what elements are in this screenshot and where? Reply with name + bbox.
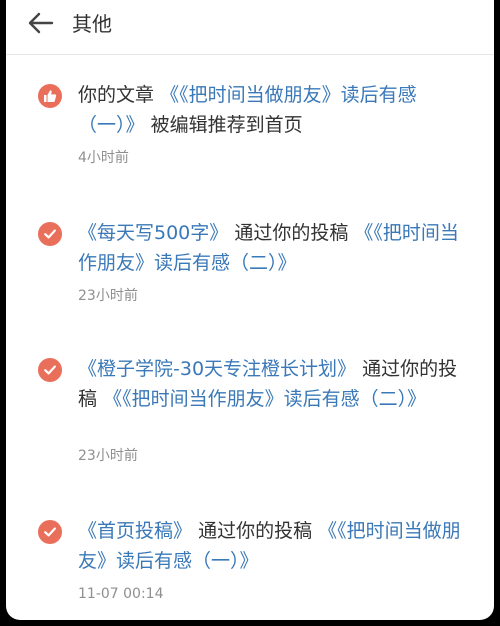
notification-item[interactable]: 《首页投稿》 通过你的投稿 《《把时间当做朋友》读后有感（一）》 11-07 0… [6, 516, 494, 616]
notification-time: 4小时前 [78, 150, 129, 166]
check-icon [38, 222, 62, 246]
collection-link[interactable]: 《橙子学院-30天专注橙长计划》 [78, 358, 356, 380]
notification-text: 《每天写500字》 通过你的投稿 《《把时间当作朋友》读后有感（二）》 [78, 218, 470, 278]
notification-time: 23小时前 [78, 448, 138, 464]
page-title: 其他 [72, 12, 112, 36]
notification-prefix: 你的文章 [78, 84, 155, 106]
top-bar: 其他 [6, 0, 494, 55]
notification-time: 11-07 00:14 [78, 586, 164, 602]
notification-item[interactable]: 《每天写500字》 通过你的投稿 《《把时间当作朋友》读后有感（二）》 23小时… [6, 218, 494, 318]
notifications-screen: 其他 你的文章 《《把时间当做朋友》读后有感（一）》 被编辑推荐到首页 4小时前… [6, 0, 494, 620]
back-button[interactable] [26, 8, 56, 38]
thumbs-up-icon [38, 84, 62, 108]
notification-text: 《首页投稿》 通过你的投稿 《《把时间当做朋友》读后有感（一）》 [78, 516, 470, 576]
notification-item[interactable]: 你的文章 《《把时间当做朋友》读后有感（一）》 被编辑推荐到首页 4小时前 [6, 80, 494, 180]
collection-link[interactable]: 《每天写500字》 [78, 222, 228, 244]
back-arrow-icon [28, 12, 54, 34]
notification-time: 23小时前 [78, 288, 138, 304]
notification-text: 你的文章 《《把时间当做朋友》读后有感（一）》 被编辑推荐到首页 [78, 80, 470, 140]
check-icon [38, 520, 62, 544]
collection-link[interactable]: 《首页投稿》 [78, 520, 192, 542]
notification-suffix: 被编辑推荐到首页 [150, 114, 303, 136]
article-link[interactable]: 《《把时间当作朋友》读后有感（二）》 [103, 388, 426, 410]
notification-text: 《橙子学院-30天专注橙长计划》 通过你的投稿 《《把时间当作朋友》读后有感（二… [78, 354, 470, 414]
notification-item[interactable]: 《橙子学院-30天专注橙长计划》 通过你的投稿 《《把时间当作朋友》读后有感（二… [6, 354, 494, 474]
notification-middle: 通过你的投稿 [198, 520, 313, 542]
notification-middle: 通过你的投稿 [234, 222, 349, 244]
check-icon [38, 358, 62, 382]
